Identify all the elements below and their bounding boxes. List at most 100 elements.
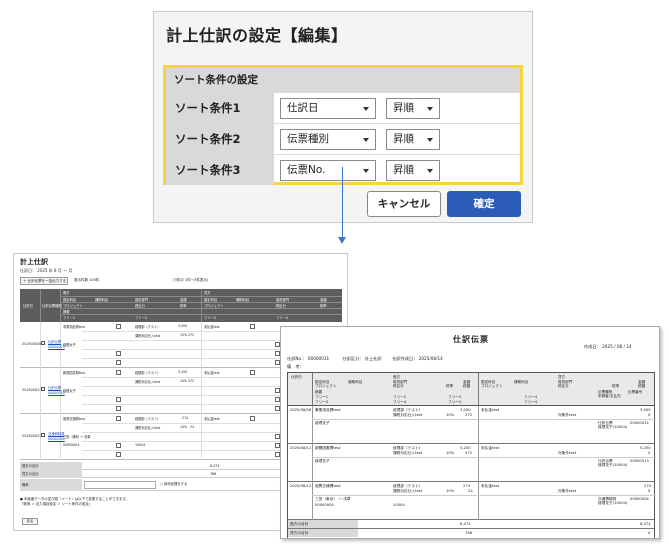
memo-label: 備考 xyxy=(20,479,82,491)
sort-order-value-1: 昇順 xyxy=(393,102,414,114)
sort-order-select-2[interactable]: 昇順 xyxy=(386,129,440,150)
edit-icon[interactable] xyxy=(250,416,255,421)
chevron-down-icon xyxy=(427,107,433,111)
created-date: 作成日： 2025 / 08 / 14 xyxy=(584,344,632,349)
th-sub-account: 補助科目 xyxy=(348,380,363,384)
chevron-down-icon xyxy=(363,107,369,111)
row-memo: 経理太子 xyxy=(63,389,76,393)
slip-credit-tax-value: 0 xyxy=(648,531,651,535)
edit-icon[interactable] xyxy=(116,397,121,402)
list-table-header: 仕訳日 仕訳伝票種別 借方 貸方 勘定科目 補助科目 負担部門 金額 勘定科目 … xyxy=(20,289,342,322)
slip-payee: 経理花子(10004) xyxy=(598,501,628,505)
journal-slip-document: 仕訳伝票 作成日： 2025 / 08 / 14 仕訳No.： 00000031… xyxy=(280,326,660,539)
slip-credit-account: 未払金test xyxy=(481,446,500,450)
sort-field-select-1[interactable]: 仕訳日 xyxy=(280,98,376,119)
slip-no: 00000004 xyxy=(630,497,649,501)
debit-account: 旅費交通費test xyxy=(63,417,86,421)
slip-tax: 課税対応仕入test xyxy=(393,489,423,493)
composite-screenshot: 計上仕訳の設定【編集】 ソート条件の設定 ソート条件1 仕訳日 昇順 ソート条件… xyxy=(0,0,669,547)
row-checkbox[interactable] xyxy=(41,433,45,437)
edit-icon[interactable] xyxy=(116,370,121,375)
sort-field-select-2[interactable]: 伝票種別 xyxy=(280,129,376,150)
slip-payee: 経理花子(10004) xyxy=(598,425,628,429)
edit-icon[interactable] xyxy=(116,416,121,421)
slip-tax: 課税対応仕入test xyxy=(393,451,423,455)
sort-field-value-2: 伝票種別 xyxy=(287,133,329,145)
slip-amount: 274 xyxy=(463,484,471,488)
credit-account: 未払金test xyxy=(204,417,220,421)
dialog-body: ソート条件の設定 ソート条件1 仕訳日 昇順 ソート条件2 伝票種別 昇順 ソー… xyxy=(154,53,532,222)
slip-debit-total: 借方の合計 8,474 8,474 xyxy=(288,520,654,529)
edit-icon[interactable] xyxy=(250,324,255,329)
note-label: 備 考： xyxy=(287,364,304,369)
bulk-export-button[interactable]: ＋ 仕訳伝票を一括出力する xyxy=(20,277,68,285)
slip-cred-sub: 対象外test xyxy=(558,451,577,455)
th-date: 仕訳日 xyxy=(291,375,302,379)
edit-icon[interactable] xyxy=(116,360,121,365)
edit-icon[interactable] xyxy=(116,406,121,411)
row-checkbox[interactable] xyxy=(41,387,45,391)
arrow-down-icon xyxy=(338,237,346,244)
slip-credit-total-value: 8,474 xyxy=(640,522,651,526)
edit-icon[interactable] xyxy=(116,324,121,329)
th-debit: 借方 xyxy=(63,291,70,295)
slip-dept: 経理部（テスト） xyxy=(393,484,423,488)
th-free4c: フリー4 xyxy=(524,400,538,404)
slip-cred-val: 0 xyxy=(648,413,651,417)
debit-account: 事業用品費test xyxy=(63,325,86,329)
slip-cred-val: 0 xyxy=(648,489,651,493)
th-amount: 金額 xyxy=(180,298,187,302)
memo-input[interactable] xyxy=(84,481,156,489)
slip-no: 00000014 xyxy=(630,421,649,425)
confirm-button[interactable]: 確定 xyxy=(447,191,521,217)
edit-icon[interactable] xyxy=(116,443,121,448)
slip-account: 事業用品費test xyxy=(315,408,341,412)
th-free2: フリー2 xyxy=(393,395,407,399)
th-slip-no: 伝票番号 xyxy=(628,390,643,394)
th-rate-cr: 税率 xyxy=(612,384,620,388)
th-project: プロジェクト xyxy=(315,384,337,388)
slip-meta: 仕訳No.： 00000031 仕訳区分： 計上仕訳 仕訳作成日： 2025/0… xyxy=(287,356,443,361)
th-tax-amount-cr: 税額 xyxy=(638,384,646,388)
slip-row: 2025/08/11 新聞図書費test 経理部（テスト） 5,200 未払金t… xyxy=(288,444,656,482)
slip-debit-total-value: 8,474 xyxy=(460,522,471,526)
back-button[interactable]: 戻る xyxy=(22,518,38,525)
sort-order-value-3: 昇順 xyxy=(393,164,414,176)
slip-row: 2025/08/06 事業用品費test 経理部（テスト） 3,000 未払金t… xyxy=(288,406,656,444)
th-dept: 負担部門 xyxy=(135,298,149,302)
sort-row-3: ソート条件3 伝票No. 昇順 xyxy=(166,154,520,185)
tax-type: 課税対応仕入test xyxy=(135,334,161,338)
row-date: 2025/08/11 xyxy=(22,388,43,392)
slip-credit-amount: 3,000 xyxy=(640,408,651,412)
cancel-button[interactable]: キャンセル xyxy=(367,191,441,217)
th-sub-account: 補助科目 xyxy=(95,298,109,302)
debit-dept: 経理部（テスト） xyxy=(135,417,161,421)
edit-icon[interactable] xyxy=(116,351,121,356)
row-memo: 経理太子 xyxy=(63,343,76,347)
page-count-text: 表示件数 100件 ［3件中 1件～3件表示］ xyxy=(74,278,211,282)
chevron-down-icon xyxy=(363,138,369,142)
date-filter[interactable]: 仕訳日： 2025 年 8 月 ～ 月 xyxy=(20,268,72,274)
slip-account: 新聞図書費test xyxy=(315,446,341,450)
row-checkbox[interactable] xyxy=(41,341,45,345)
sort-order-select-3[interactable]: 昇順 xyxy=(386,160,440,181)
slip-account: 旅費交通費test xyxy=(315,484,341,488)
tax-type: 課税対応仕入test xyxy=(135,426,161,430)
sort-field-select-3[interactable]: 伝票No. xyxy=(280,160,376,181)
chevron-down-icon xyxy=(363,169,369,173)
th-credit: 貸方 xyxy=(204,291,211,295)
close-checkbox[interactable]: □ 締め処理をする xyxy=(160,481,187,486)
tax-rate: 10% xyxy=(180,425,188,429)
sort-label-3: ソート条件3 xyxy=(166,155,274,185)
edit-icon[interactable] xyxy=(250,370,255,375)
row-extra: 00000004 xyxy=(63,443,80,447)
th-credit: 貸方 xyxy=(558,375,566,379)
slip-credit-amount: 274 xyxy=(644,484,652,488)
th-project-cr: プロジェクト xyxy=(481,384,503,388)
credit-total-value: 768 xyxy=(210,472,217,476)
th-dept-cr: 負担部門 xyxy=(276,298,290,302)
edit-icon[interactable] xyxy=(116,452,121,457)
sort-order-select-1[interactable]: 昇順 xyxy=(386,98,440,119)
th-rate: 税率 xyxy=(446,384,454,388)
list-toolbar: ＋ 仕訳伝票を一括出力する 表示件数 100件 ［3件中 1件～3件表示］ xyxy=(20,277,342,286)
